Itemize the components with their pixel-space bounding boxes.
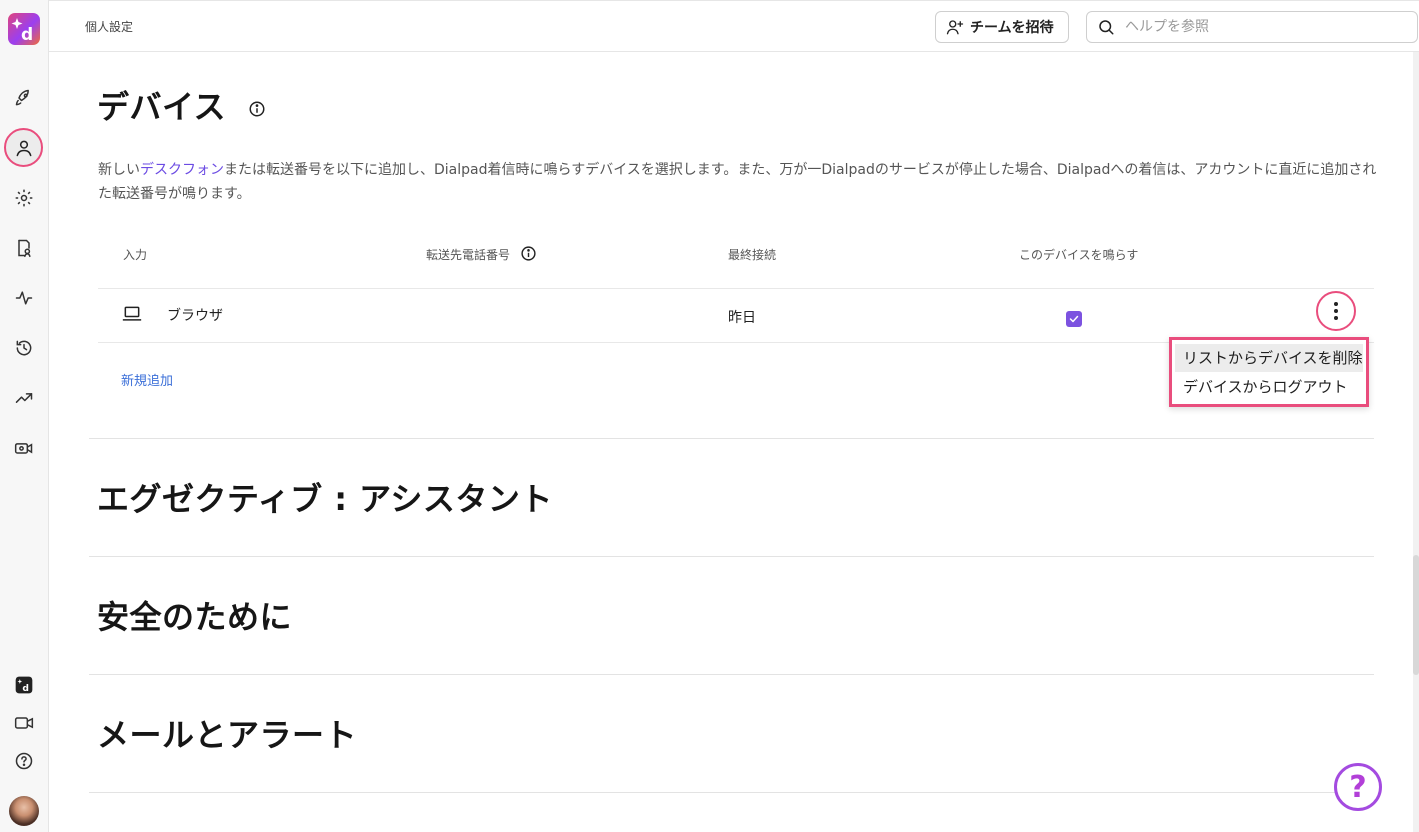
help-circle-icon[interactable] xyxy=(12,749,36,773)
info-icon[interactable] xyxy=(520,245,537,262)
desk-phone-link[interactable]: デスクフォン xyxy=(140,162,224,178)
scrollbar-track[interactable] xyxy=(1413,52,1419,832)
gear-icon[interactable] xyxy=(12,186,36,210)
invite-team-button[interactable]: チームを招待 xyxy=(935,11,1069,43)
trending-icon[interactable] xyxy=(12,386,36,410)
section-divider xyxy=(89,556,1374,557)
section-divider xyxy=(89,438,1374,439)
help-search[interactable] xyxy=(1086,11,1418,43)
column-ring-device: このデバイスを鳴らす xyxy=(1019,248,1139,262)
executive-assistant-title[interactable]: エグゼクティブ : アシスタント xyxy=(97,474,553,520)
scrollbar-thumb[interactable] xyxy=(1413,555,1419,675)
info-icon[interactable] xyxy=(248,100,266,118)
invite-team-label: チームを招待 xyxy=(970,20,1054,36)
device-name: ブラウザ xyxy=(167,308,223,324)
dialpad-logo[interactable]: d xyxy=(8,13,40,45)
svg-text:d: d xyxy=(21,25,33,45)
history-icon[interactable] xyxy=(12,336,36,360)
topbar: 個人設定 チームを招待 xyxy=(49,0,1419,52)
kebab-icon xyxy=(1334,302,1338,320)
remove-device-menu-item[interactable]: リストからデバイスを削除 xyxy=(1175,344,1363,372)
section-divider xyxy=(89,792,1374,793)
search-icon xyxy=(1099,20,1114,35)
add-new-link[interactable]: 新規追加 xyxy=(121,370,173,389)
last-connected-value: 昨日 xyxy=(728,310,756,326)
user-icon[interactable] xyxy=(12,136,36,160)
devices-title: デバイス xyxy=(97,82,266,128)
activity-icon[interactable] xyxy=(12,286,36,310)
section-divider xyxy=(89,674,1374,675)
video-settings-icon[interactable] xyxy=(12,436,36,460)
safety-title[interactable]: 安全のために xyxy=(97,592,292,638)
dialpad-app-icon[interactable]: d xyxy=(12,673,36,697)
logout-device-menu-item[interactable]: デバイスからログアウト xyxy=(1175,373,1363,401)
column-forward-number: 転送先電話番号 xyxy=(426,246,537,263)
devices-description: 新しいデスクフォンまたは転送番号を以下に追加し、Dialpad着信時に鳴らすデバ… xyxy=(98,162,1377,202)
video-icon[interactable] xyxy=(12,711,36,735)
rocket-icon[interactable] xyxy=(12,86,36,110)
help-search-input[interactable] xyxy=(1123,18,1407,36)
column-input: 入力 xyxy=(123,248,148,262)
avatar[interactable] xyxy=(9,796,39,826)
more-options-button[interactable] xyxy=(1316,291,1356,331)
table-divider xyxy=(98,288,1374,289)
laptop-icon xyxy=(122,306,142,321)
column-last-connected: 最終接続 xyxy=(728,248,777,262)
help-fab-button[interactable]: ? xyxy=(1334,763,1382,811)
ring-device-checkbox[interactable] xyxy=(1066,311,1082,327)
device-options-menu: リストからデバイスを削除 デバイスからログアウト xyxy=(1169,337,1369,407)
sidebar: d d xyxy=(0,0,49,832)
svg-text:d: d xyxy=(22,683,29,694)
contacts-icon[interactable] xyxy=(12,236,36,260)
add-user-icon xyxy=(946,20,964,35)
check-icon xyxy=(1069,315,1079,323)
breadcrumb: 個人設定 xyxy=(85,20,134,34)
mail-alerts-title[interactable]: メールとアラート xyxy=(97,710,357,756)
